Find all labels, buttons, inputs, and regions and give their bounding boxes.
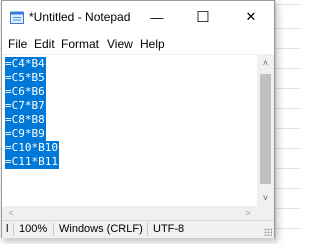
text-line[interactable]: =C6*B6 [5, 85, 46, 99]
scrollbar-corner [257, 206, 274, 220]
scroll-down-icon[interactable]: ˅ [257, 189, 274, 206]
vertical-scrollbar[interactable]: ˄ ˅ [257, 54, 274, 206]
vertical-scroll-thumb[interactable] [260, 74, 271, 184]
horizontal-scrollbar[interactable]: < > [2, 206, 257, 220]
menu-edit[interactable]: Edit [32, 36, 57, 52]
menu-help[interactable]: Help [138, 36, 167, 52]
menu-bar: File Edit Format View Help [2, 36, 274, 54]
close-icon: ✕ [245, 9, 257, 24]
text-line[interactable]: =C9*B9 [5, 127, 46, 141]
text-line[interactable]: =C8*B8 [5, 113, 46, 127]
status-zoom: 100% [19, 223, 48, 235]
minimize-icon: — [150, 9, 164, 25]
status-divider [53, 223, 54, 236]
status-divider [147, 223, 148, 236]
status-bar: l 100% Windows (CRLF) UTF-8 [2, 220, 274, 238]
menu-format[interactable]: Format [59, 36, 101, 52]
notepad-window: *Untitled - Notepad — ☐ ✕ File Edit Form… [1, 0, 275, 238]
close-button[interactable]: ✕ [228, 1, 274, 33]
maximize-button[interactable]: ☐ [180, 1, 226, 33]
status-line-ending: Windows (CRLF) [59, 223, 143, 235]
text-line[interactable]: =C5*B5 [5, 71, 46, 85]
window-title: *Untitled - Notepad [29, 10, 131, 24]
scroll-up-icon[interactable]: ˄ [257, 54, 274, 71]
scroll-left-icon[interactable]: < [4, 206, 18, 220]
scroll-right-icon[interactable]: > [241, 206, 255, 220]
text-line[interactable]: =C7*B7 [5, 99, 46, 113]
text-line[interactable]: =C10*B10 [5, 141, 59, 155]
text-line[interactable]: =C11*B11 [5, 155, 59, 169]
text-line[interactable]: =C4*B4 [5, 57, 46, 71]
title-bar[interactable]: *Untitled - Notepad — ☐ ✕ [2, 1, 274, 33]
menu-view[interactable]: View [105, 36, 135, 52]
status-position: l [6, 223, 9, 235]
text-editor[interactable]: =C4*B4 =C5*B5 =C6*B6 =C7*B7 =C8*B8 =C9*B… [2, 54, 257, 207]
maximize-icon: ☐ [196, 9, 210, 26]
resize-grip-icon[interactable] [264, 228, 272, 236]
spreadsheet-gridline [275, 0, 276, 244]
status-encoding: UTF-8 [153, 223, 185, 235]
notepad-icon [10, 11, 24, 24]
minimize-button[interactable]: — [134, 1, 180, 33]
status-divider [13, 223, 14, 236]
menu-file[interactable]: File [6, 36, 29, 52]
